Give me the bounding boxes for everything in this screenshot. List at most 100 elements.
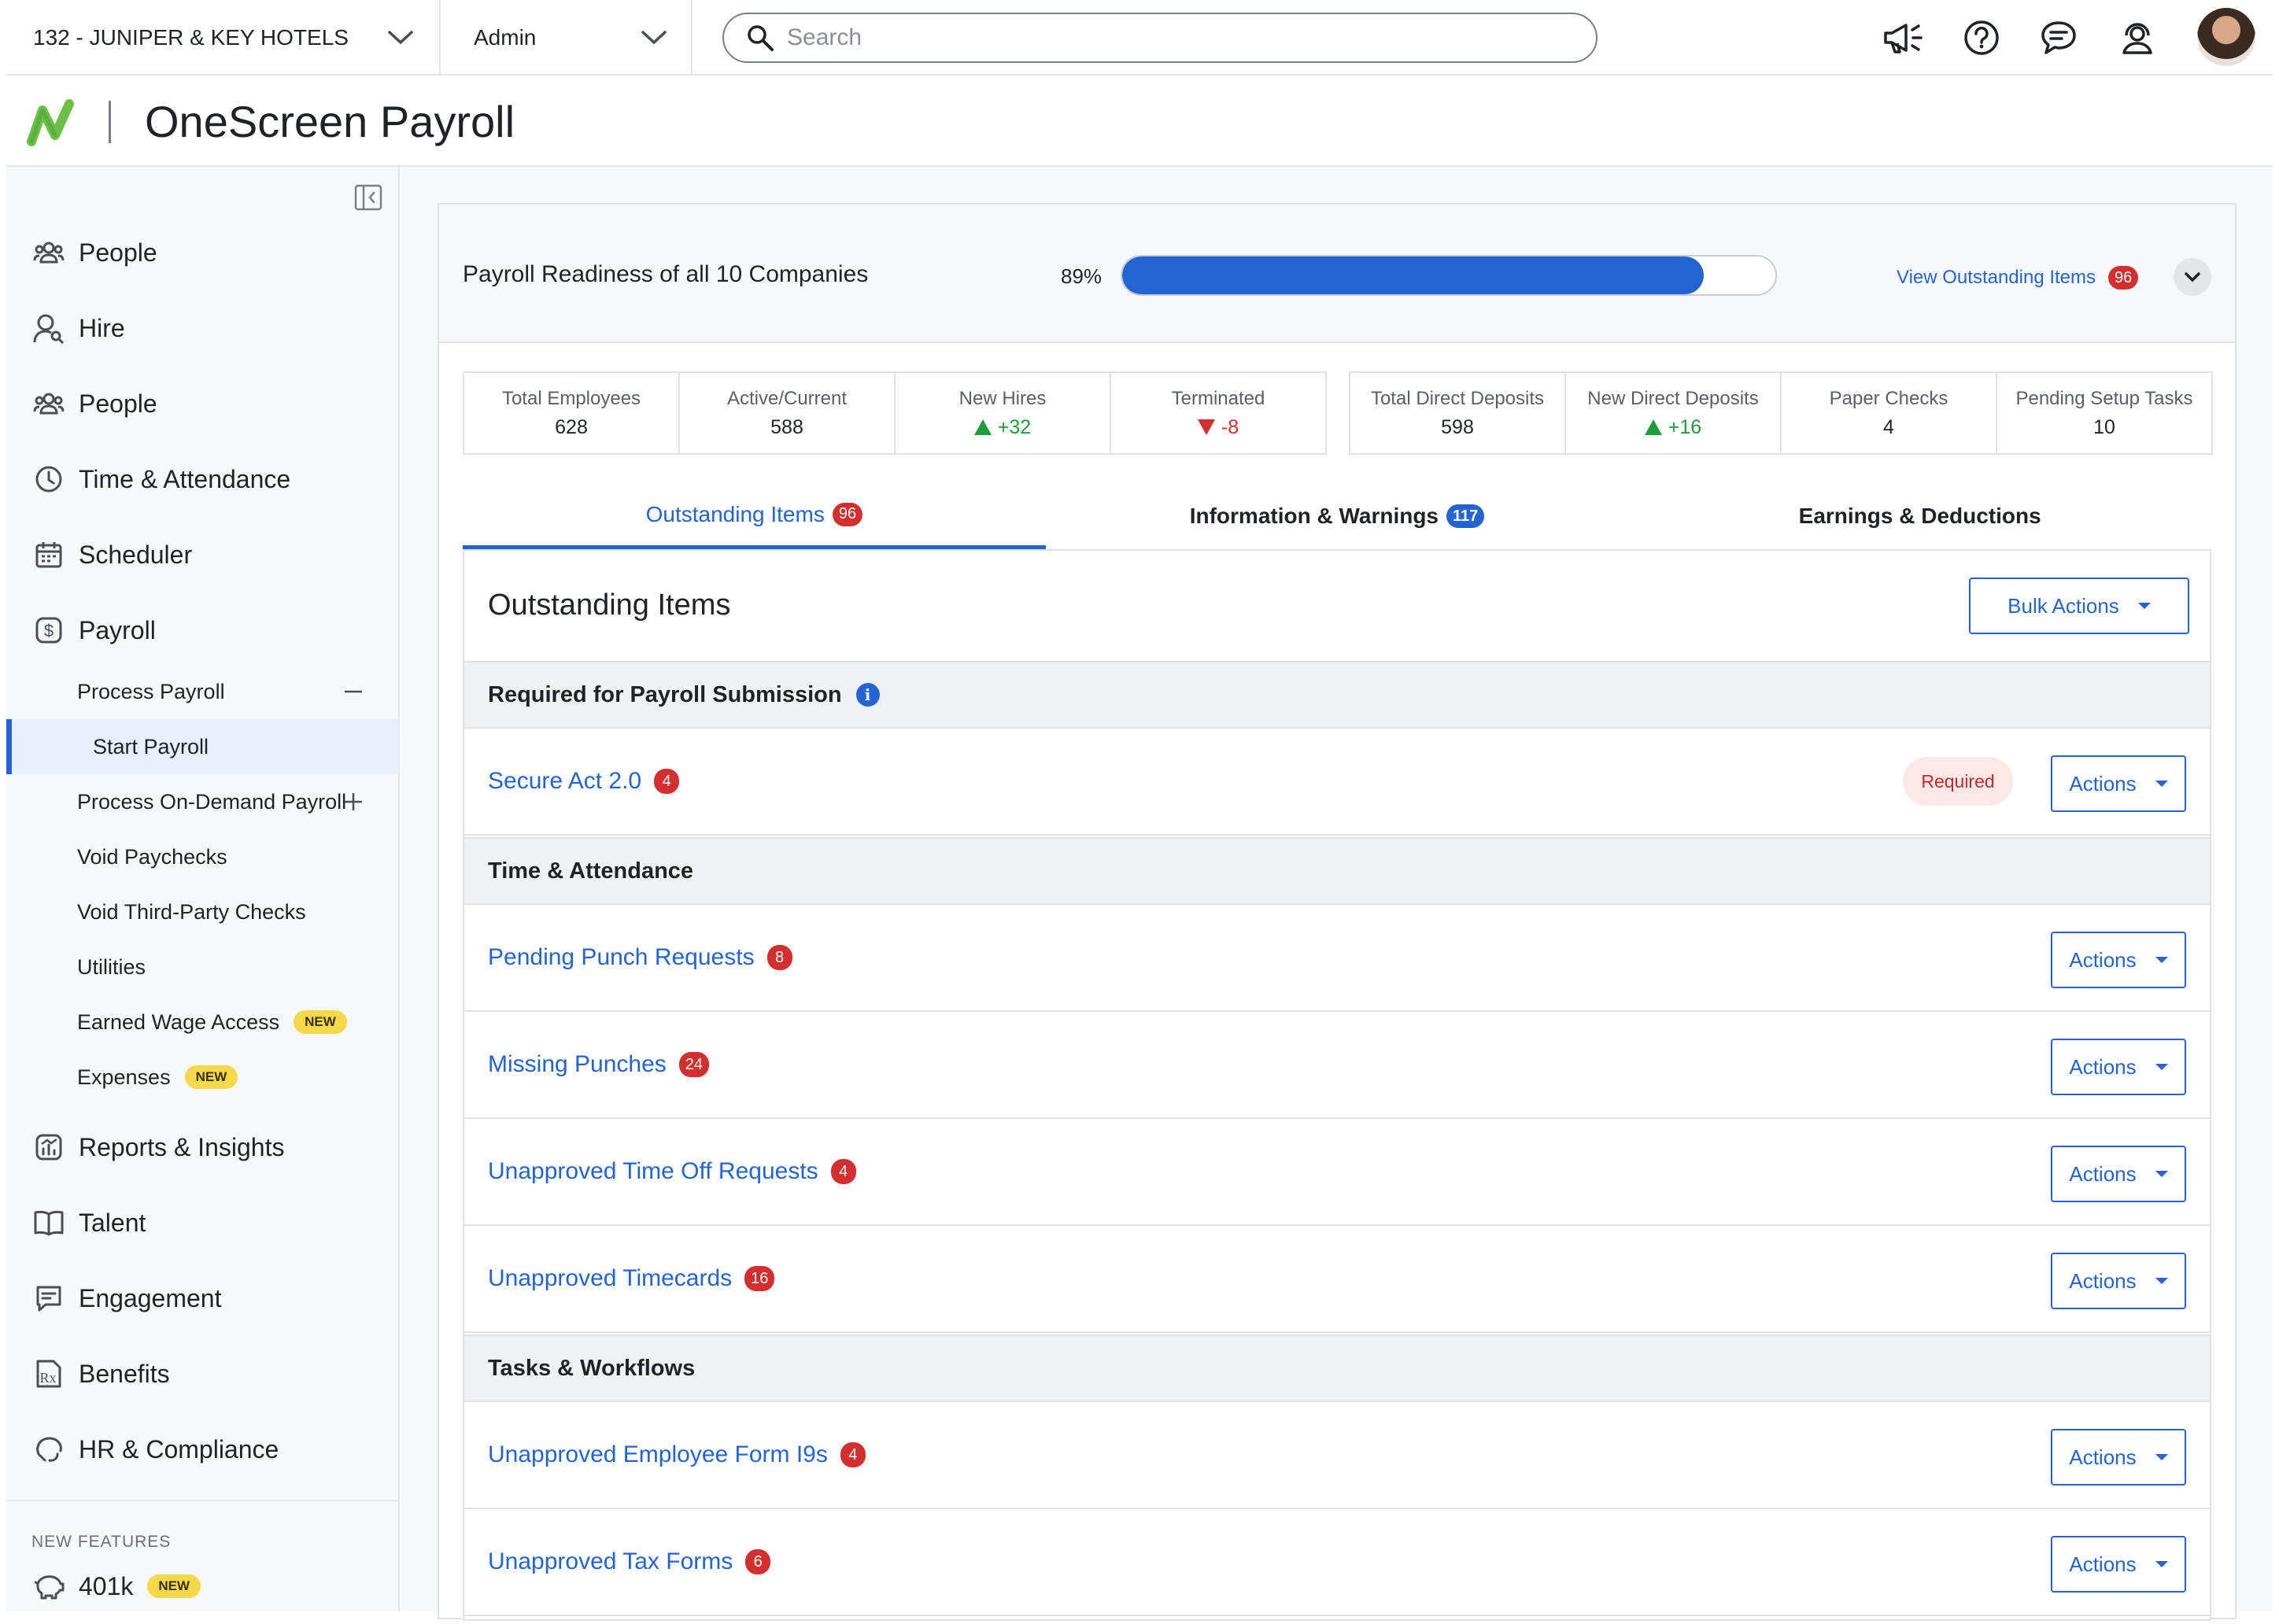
people-icon	[33, 388, 65, 419]
tab-label: Earnings & Deductions	[1798, 504, 2041, 528]
actions-button[interactable]: Actions	[2051, 932, 2186, 988]
sidebar-item-scheduler[interactable]: Scheduler	[6, 517, 398, 592]
stat-label: New Hires	[959, 387, 1047, 409]
search-input[interactable]	[787, 24, 1495, 51]
collapse-sidebar-icon[interactable]	[354, 184, 382, 211]
caret-down-icon	[2137, 603, 2151, 609]
sidebar-item-hire[interactable]: Hire	[6, 290, 398, 366]
stat-label: Active/Current	[726, 387, 848, 409]
bulk-actions-label: Bulk Actions	[2008, 593, 2119, 618]
clock-icon	[33, 463, 65, 495]
readiness-label: Payroll Readiness of all 10 Companies	[463, 261, 869, 287]
sidebar-subitem-label: Start Payroll	[93, 734, 209, 758]
tab-bar: Outstanding Items 96 Information & Warni…	[463, 483, 2211, 551]
sidebar-item-label: Reports & Insights	[79, 1132, 285, 1161]
search-icon	[748, 25, 774, 51]
sidebar-subitem-label: Process On-Demand Payroll	[77, 789, 347, 814]
stat-value: -8	[1221, 415, 1239, 438]
stat-value-trend: -8	[1197, 415, 1239, 439]
sidebar-subitem-label: Void Third-Party Checks	[77, 899, 306, 924]
item-link-unapproved-tax-forms[interactable]: Unapproved Tax Forms 6	[488, 1548, 771, 1575]
help-icon[interactable]	[1961, 17, 2002, 58]
hire-icon	[33, 312, 65, 344]
required-badge: Required	[1903, 757, 2013, 806]
tab-label: Information & Warnings	[1189, 504, 1439, 528]
actions-button[interactable]: Actions	[2051, 1429, 2186, 1486]
reports-icon	[33, 1131, 65, 1163]
trend-up-icon	[973, 419, 992, 435]
role-select-value: Admin	[474, 25, 537, 50]
sidebar-item-reports-insights[interactable]: Reports & Insights	[6, 1109, 398, 1185]
count-badge: 117	[1446, 504, 1485, 528]
role-select[interactable]: Admin	[441, 0, 693, 76]
section-required-for-payroll: Required for Payroll Submission i	[464, 661, 2210, 729]
hr-compliance-icon	[33, 1434, 65, 1465]
sidebar-item-label: People	[79, 389, 157, 418]
avatar[interactable]	[2197, 8, 2255, 66]
chat-icon[interactable]	[2038, 17, 2079, 58]
tab-outstanding-items[interactable]: Outstanding Items 96	[463, 483, 1046, 549]
sidebar-item-401k[interactable]: 401k NEW	[6, 1558, 398, 1615]
bulk-actions-button[interactable]: Bulk Actions	[1969, 578, 2189, 634]
info-icon[interactable]: i	[855, 683, 880, 707]
sidebar-subitem-earned-wage-access[interactable]: Earned Wage Access NEW	[6, 995, 398, 1050]
item-link-unapproved-time-off[interactable]: Unapproved Time Off Requests 4	[488, 1158, 856, 1185]
sidebar-subitem-label: Void Paychecks	[77, 844, 227, 869]
view-outstanding-items-link[interactable]: View Outstanding Items 96	[1897, 266, 2139, 290]
sidebar-item-people-2[interactable]: People	[6, 366, 398, 441]
count-badge: 4	[840, 1442, 866, 1467]
sidebar-subitem-utilities[interactable]: Utilities	[6, 939, 398, 995]
support-agent-icon[interactable]	[2117, 17, 2158, 58]
list-item-missing-punches: Missing Punches 24 Actions	[464, 1012, 2210, 1119]
sidebar-subitem-label: Expenses	[77, 1065, 171, 1089]
sidebar-subitem-expenses[interactable]: Expenses NEW	[6, 1050, 398, 1105]
sidebar-item-talent[interactable]: Talent	[6, 1185, 398, 1260]
item-link-secure-act[interactable]: Secure Act 2.0 4	[488, 768, 680, 795]
sidebar-subitem-void-paychecks[interactable]: Void Paychecks	[6, 829, 398, 884]
chevron-down-icon	[2185, 272, 2200, 282]
sidebar-item-time-attendance[interactable]: Time & Attendance	[6, 441, 398, 517]
actions-button[interactable]: Actions	[2051, 1253, 2186, 1309]
collapse-minus-icon[interactable]	[343, 681, 364, 702]
trend-up-icon	[1644, 419, 1662, 435]
sidebar-item-engagement[interactable]: Engagement	[6, 1260, 398, 1336]
stat-label: Paper Checks	[1829, 387, 1948, 409]
tab-information-warnings[interactable]: Information & Warnings 117	[1046, 483, 1629, 549]
actions-button[interactable]: Actions	[2051, 755, 2186, 812]
expand-plus-icon[interactable]	[343, 792, 364, 812]
item-link-unapproved-timecards[interactable]: Unapproved Timecards 16	[488, 1265, 775, 1292]
readiness-toggle-button[interactable]	[2174, 258, 2211, 296]
item-label: Unapproved Time Off Requests	[488, 1158, 818, 1184]
sidebar-item-hr-compliance[interactable]: HR & Compliance	[6, 1412, 398, 1487]
top-bar: 132 - JUNIPER & KEY HOTELS Admin	[6, 0, 2273, 76]
item-label: Secure Act 2.0	[488, 768, 642, 794]
tab-earnings-deductions[interactable]: Earnings & Deductions	[1628, 483, 2211, 549]
stat-new-hires: New Hires +32	[896, 373, 1111, 453]
readiness-progress-fill	[1122, 257, 1704, 294]
item-link-pending-punch-requests[interactable]: Pending Punch Requests 8	[488, 944, 792, 971]
sidebar-subitem-start-payroll[interactable]: Start Payroll	[6, 719, 398, 774]
stat-label: Pending Setup Tasks	[2015, 387, 2193, 409]
actions-button[interactable]: Actions	[2051, 1536, 2186, 1593]
readiness-percent: 89%	[1061, 264, 1103, 288]
sidebar-item-payroll[interactable]: $ Payroll	[6, 592, 398, 668]
sidebar-item-people[interactable]: People	[6, 215, 398, 290]
list-item-unapproved-tax-forms: Unapproved Tax Forms 6 Actions	[464, 1509, 2210, 1616]
sidebar-subitem-process-payroll[interactable]: Process Payroll	[6, 664, 398, 719]
item-link-missing-punches[interactable]: Missing Punches 24	[488, 1051, 710, 1078]
actions-button[interactable]: Actions	[2051, 1039, 2186, 1095]
item-link-unapproved-form-i9s[interactable]: Unapproved Employee Form I9s 4	[488, 1441, 866, 1468]
megaphone-icon[interactable]	[1882, 17, 1923, 58]
search-box[interactable]	[722, 13, 1598, 63]
sidebar-subitem-void-third-party-checks[interactable]: Void Third-Party Checks	[6, 884, 398, 939]
sidebar-subitem-process-on-demand-payroll[interactable]: Process On-Demand Payroll	[6, 774, 398, 829]
section-title: Required for Payroll Submission	[488, 681, 842, 707]
sidebar-item-label: Benefits	[79, 1359, 170, 1388]
sidebar-item-benefits[interactable]: Rx Benefits	[6, 1336, 398, 1412]
actions-button[interactable]: Actions	[2051, 1146, 2186, 1202]
sidebar-subitem-label: Utilities	[77, 954, 146, 979]
page-title: OneScreen Payroll	[145, 97, 515, 146]
sidebar-item-label: Payroll	[79, 615, 156, 644]
actions-label: Actions	[2069, 1161, 2137, 1186]
company-select[interactable]: 132 - JUNIPER & KEY HOTELS	[6, 0, 441, 76]
